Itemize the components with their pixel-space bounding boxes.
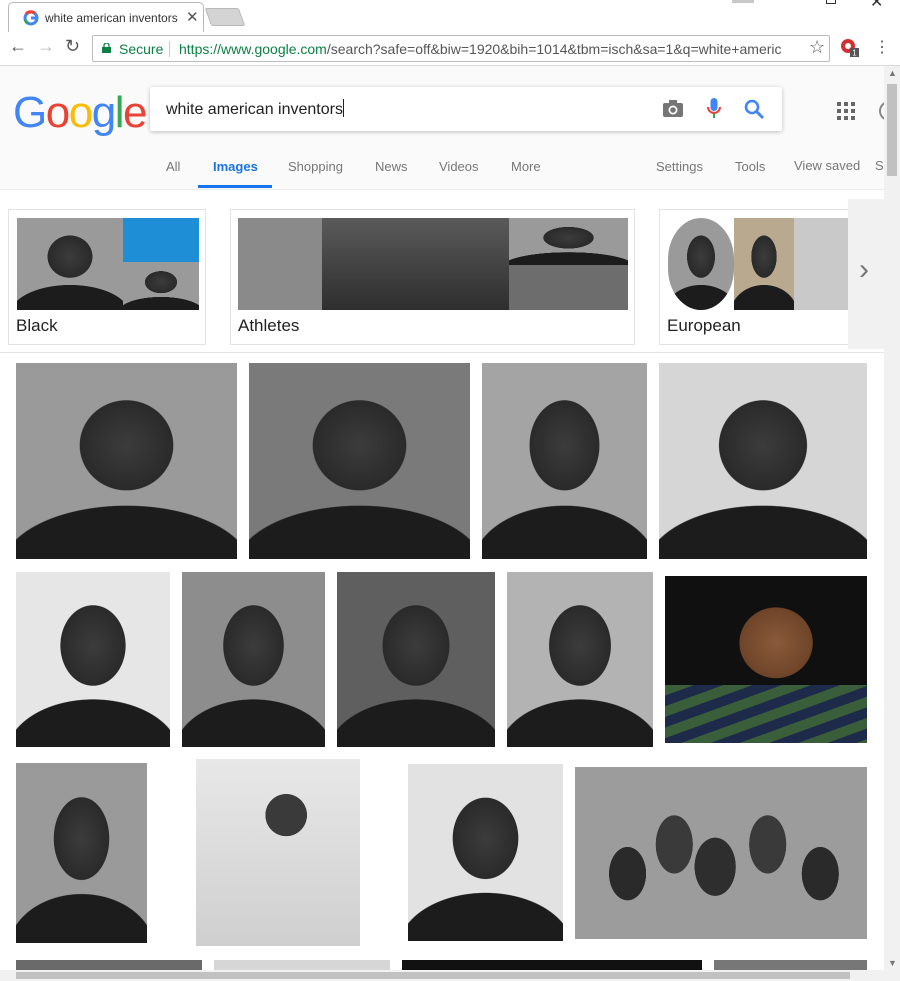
reload-icon[interactable]: ↻	[65, 36, 80, 57]
minimize-icon[interactable]	[732, 0, 754, 3]
image-result[interactable]	[507, 572, 653, 747]
lock-icon	[102, 43, 111, 53]
horizontal-scroll-thumb[interactable]	[16, 972, 850, 979]
scroll-up-icon[interactable]: ▲	[888, 68, 897, 78]
active-tab-indicator	[198, 185, 272, 188]
chip-thumbnail	[123, 262, 199, 310]
chip-thumbnail	[322, 218, 509, 310]
tools-link[interactable]: Tools	[735, 159, 765, 174]
chip-thumbnail	[509, 265, 628, 310]
extension-badge: 1	[852, 49, 857, 58]
related-searches-strip: Black Athletes European ›	[0, 191, 884, 353]
image-result[interactable]	[659, 363, 867, 559]
image-result[interactable]	[196, 759, 360, 946]
chip-thumbnail	[509, 218, 628, 265]
chip-thumbnail	[734, 218, 794, 310]
google-favicon-icon	[23, 10, 39, 26]
tab-videos[interactable]: Videos	[439, 159, 479, 174]
address-bar[interactable]: Secure https://www.google.com/search?saf…	[92, 35, 830, 62]
chevron-right-icon[interactable]: ›	[859, 253, 869, 287]
image-result[interactable]	[714, 960, 867, 970]
tab-more[interactable]: More	[511, 159, 541, 174]
image-result[interactable]	[575, 767, 867, 939]
image-result[interactable]	[665, 576, 867, 743]
image-result[interactable]	[402, 960, 702, 970]
safesearch-link-truncated[interactable]: S	[875, 158, 884, 173]
vertical-scrollbar[interactable]: ▲ ▼	[884, 66, 900, 970]
divider	[169, 41, 170, 57]
chip-thumbnail	[238, 218, 322, 310]
tab-shopping[interactable]: Shopping	[288, 159, 343, 174]
secure-label: Secure	[119, 41, 164, 57]
search-input[interactable]: white american inventors	[166, 99, 344, 119]
microphone-icon[interactable]	[706, 97, 722, 121]
window-close-icon[interactable]: ✕	[870, 0, 883, 12]
bookmark-star-icon[interactable]: ☆	[809, 37, 825, 58]
chip-athletes[interactable]: Athletes	[230, 209, 635, 345]
tab-images[interactable]: Images	[213, 159, 258, 174]
chip-label: Athletes	[238, 316, 300, 335]
image-result[interactable]	[16, 363, 237, 559]
image-result[interactable]	[182, 572, 325, 747]
search-box[interactable]: white american inventors	[150, 87, 782, 131]
tab-strip: white american inventors ✕ ✕	[0, 0, 900, 32]
url-path: /search?safe=off&biw=1920&bih=1014&tbm=i…	[326, 41, 782, 57]
chip-thumbnail	[123, 218, 199, 262]
chip-thumbnail	[668, 218, 734, 310]
back-arrow-icon[interactable]: ←	[9, 36, 27, 57]
chip-black[interactable]: Black	[8, 209, 206, 345]
browser-tab[interactable]: white american inventors ✕	[8, 2, 204, 32]
vertical-scroll-thumb[interactable]	[887, 84, 897, 176]
image-result[interactable]	[337, 572, 495, 747]
image-result[interactable]	[249, 363, 470, 559]
image-result[interactable]	[16, 763, 147, 943]
apps-grid-icon[interactable]	[837, 102, 855, 120]
image-result[interactable]	[482, 363, 647, 559]
chip-thumbnail	[17, 218, 123, 310]
chip-thumbnail	[794, 218, 854, 310]
new-tab-button[interactable]	[204, 8, 246, 26]
tab-title: white american inventors	[45, 11, 178, 25]
chrome-menu-icon[interactable]: ⋮	[874, 37, 890, 57]
view-saved-link[interactable]: View saved	[794, 158, 860, 173]
tab-news[interactable]: News	[375, 159, 408, 174]
google-header: Google white american inventors All Imag…	[0, 66, 889, 190]
tab-all[interactable]: All	[166, 159, 180, 174]
search-query: white american inventors	[166, 101, 343, 118]
image-result[interactable]	[408, 764, 563, 941]
horizontal-scrollbar[interactable]	[0, 970, 900, 981]
scroll-down-icon[interactable]: ▼	[888, 958, 897, 968]
chip-label: European	[667, 316, 741, 335]
settings-link[interactable]: Settings	[656, 159, 703, 174]
image-result[interactable]	[16, 960, 202, 970]
image-result[interactable]	[16, 572, 170, 747]
browser-toolbar: ← → ↻ Secure https://www.google.com/sear…	[0, 32, 900, 66]
text-caret	[342, 99, 344, 117]
extension-icon[interactable]: 1	[840, 37, 860, 57]
maximize-icon[interactable]	[826, 0, 836, 4]
chip-label: Black	[16, 316, 58, 335]
camera-icon[interactable]	[662, 99, 684, 119]
search-icon[interactable]	[743, 98, 765, 120]
tab-close-icon[interactable]: ✕	[186, 8, 199, 26]
chip-european[interactable]: European	[659, 209, 859, 345]
google-logo[interactable]: Google	[13, 88, 147, 138]
forward-arrow-icon[interactable]: →	[37, 36, 55, 57]
url-host: https://www.google.com	[179, 41, 327, 57]
url-text[interactable]: https://www.google.com/search?safe=off&b…	[179, 41, 803, 57]
image-result[interactable]	[214, 960, 390, 970]
